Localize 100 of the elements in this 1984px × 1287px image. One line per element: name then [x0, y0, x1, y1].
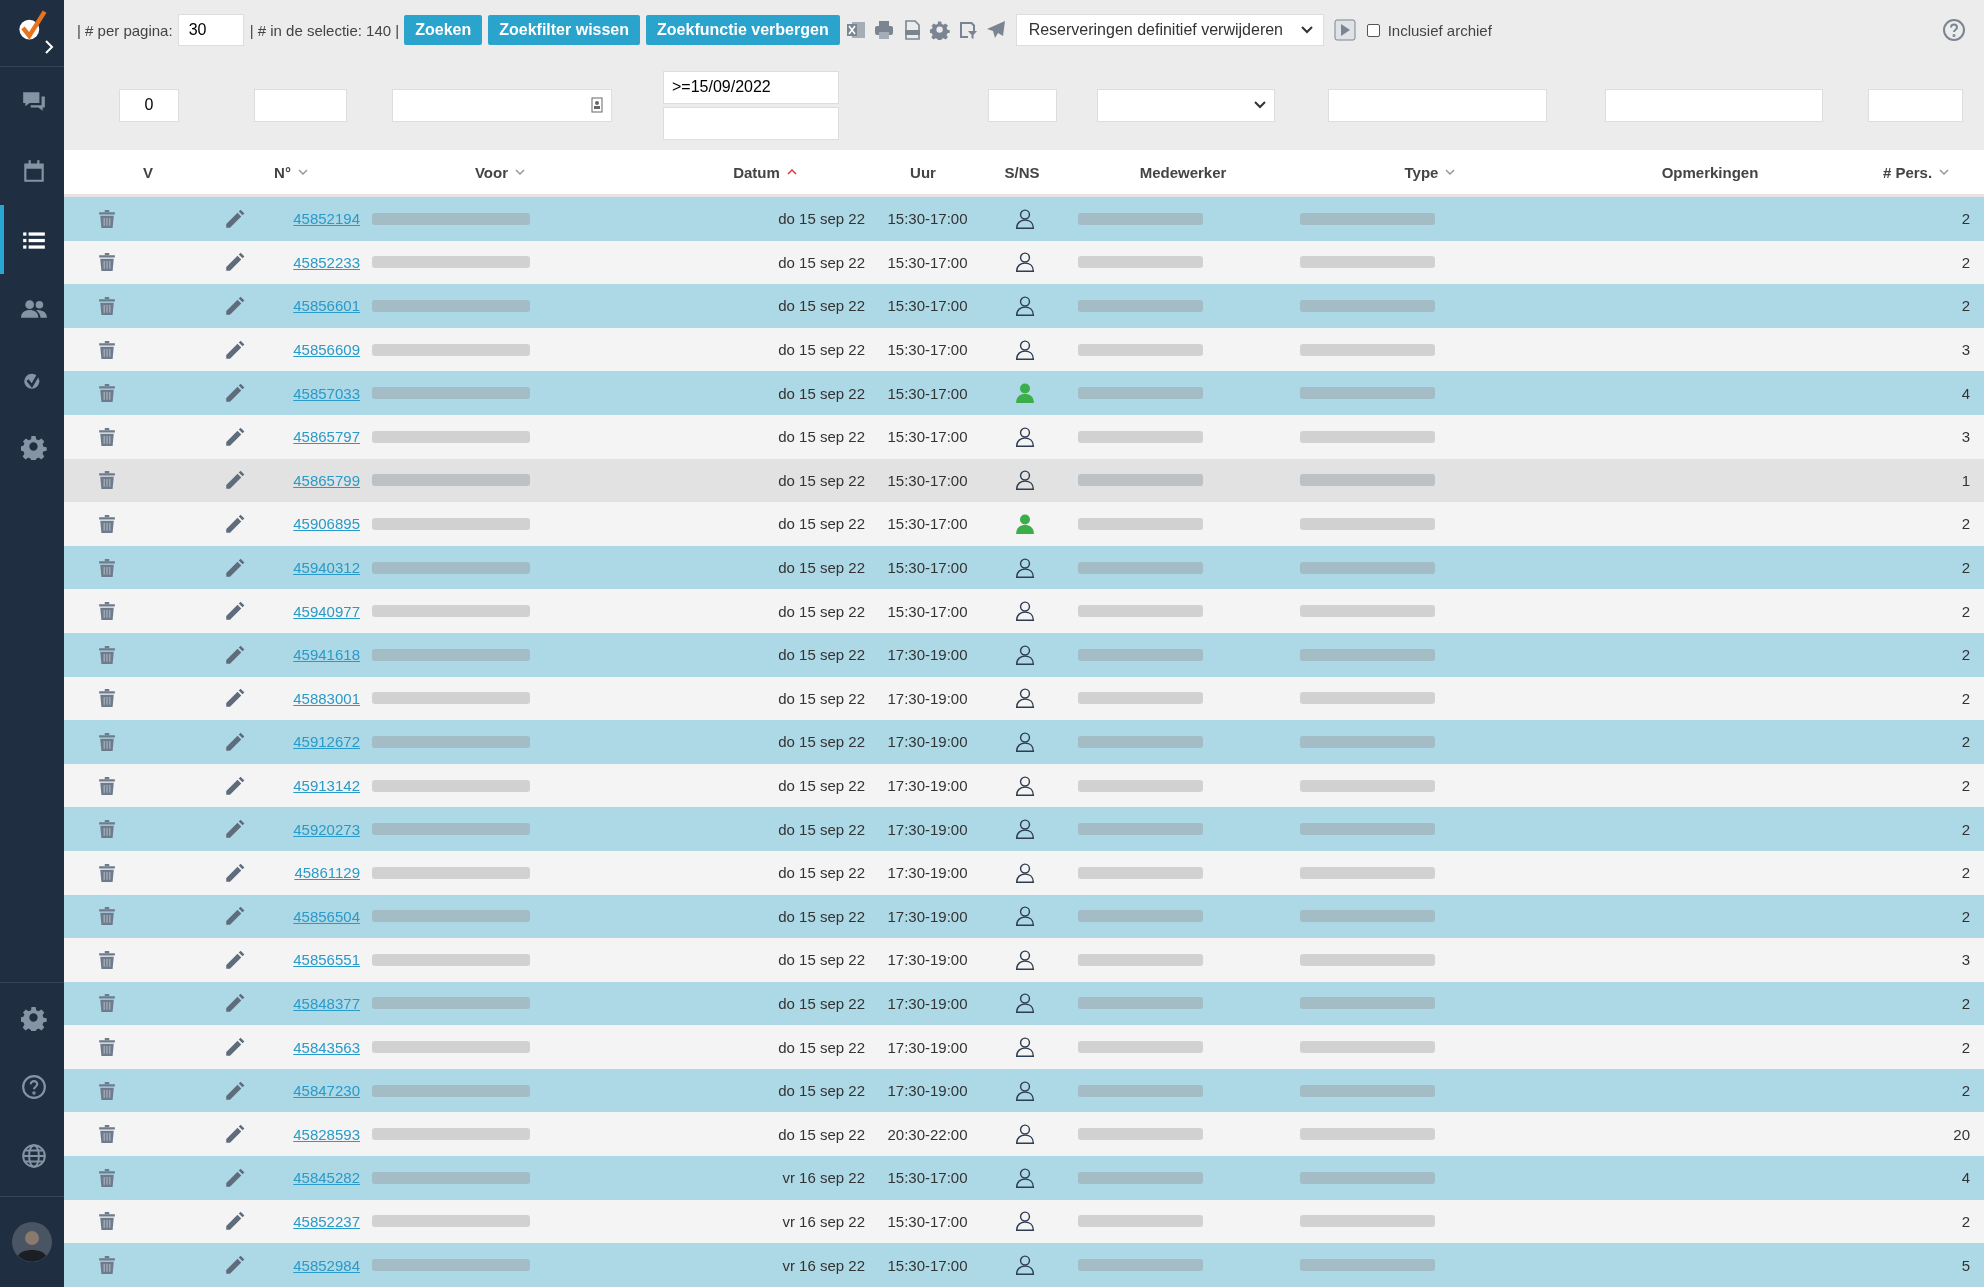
table-row[interactable]: 45852194 do 15 sep 22 15:30-17:00 2	[64, 197, 1984, 241]
filter-field[interactable]: 0	[119, 88, 179, 122]
sort-icon[interactable]	[515, 169, 526, 175]
trash-icon[interactable]	[99, 1038, 115, 1057]
column-header[interactable]: V	[143, 163, 153, 181]
person-icon[interactable]	[1015, 731, 1035, 752]
trash-icon[interactable]	[99, 645, 115, 664]
trash-icon[interactable]	[99, 689, 115, 708]
column-header[interactable]: Uur	[910, 163, 936, 181]
excel-icon[interactable]	[845, 20, 866, 40]
chevron-right-icon[interactable]	[44, 40, 54, 54]
table-row[interactable]: 45940312 do 15 sep 22 15:30-17:00 2	[64, 545, 1984, 590]
print-icon[interactable]	[873, 20, 894, 40]
trash-icon[interactable]	[99, 514, 115, 533]
pencil-icon[interactable]	[225, 775, 245, 796]
person-icon[interactable]	[1015, 775, 1035, 796]
trash-icon[interactable]	[99, 471, 115, 490]
table-row[interactable]: 45828593 do 15 sep 22 20:30-22:00 20	[64, 1112, 1984, 1157]
person-icon[interactable]	[1015, 1211, 1035, 1232]
person-icon[interactable]	[1015, 1255, 1035, 1276]
person-icon[interactable]	[1015, 906, 1035, 927]
pencil-icon[interactable]	[225, 426, 245, 447]
pencil-icon[interactable]	[225, 1211, 245, 1232]
trash-icon[interactable]	[99, 427, 115, 446]
table-row[interactable]: 45906895 do 15 sep 22 15:30-17:00 2	[64, 502, 1984, 546]
column-header[interactable]: Datum	[733, 163, 780, 181]
sort-icon[interactable]	[297, 169, 308, 175]
person-icon[interactable]	[1015, 426, 1035, 447]
person-icon[interactable]	[1015, 993, 1035, 1014]
pencil-icon[interactable]	[225, 252, 245, 273]
play-button[interactable]	[1333, 19, 1356, 41]
filter-field[interactable]	[1868, 88, 1963, 122]
table-row[interactable]: 45852984 vr 16 sep 22 15:30-17:00 5	[64, 1243, 1984, 1287]
pencil-icon[interactable]	[225, 208, 245, 229]
date-to-field[interactable]	[663, 106, 839, 140]
column-header[interactable]: Medewerker	[1139, 163, 1227, 181]
table-row[interactable]: 45845282 vr 16 sep 22 15:30-17:00 4	[64, 1156, 1984, 1200]
filter-field[interactable]	[1328, 88, 1547, 122]
send-icon[interactable]	[985, 20, 1006, 40]
pencil-icon[interactable]	[225, 601, 245, 622]
column-header[interactable]: N°	[274, 163, 291, 181]
pencil-icon[interactable]	[225, 383, 245, 404]
trash-icon[interactable]	[99, 1125, 115, 1144]
table-row[interactable]: 45856551 do 15 sep 22 17:30-19:00 3	[64, 938, 1984, 982]
filter-field[interactable]	[1605, 88, 1823, 122]
filter-field[interactable]	[254, 88, 347, 122]
trash-icon[interactable]	[99, 1212, 115, 1231]
table-row[interactable]: 45856504 do 15 sep 22 17:30-19:00 2	[64, 894, 1984, 939]
help-icon[interactable]	[1942, 18, 1966, 42]
person-icon[interactable]	[1015, 557, 1035, 578]
pencil-icon[interactable]	[225, 1124, 245, 1145]
pencil-icon[interactable]	[225, 1167, 245, 1188]
pencil-icon[interactable]	[225, 1037, 245, 1058]
person-icon[interactable]	[1015, 1037, 1035, 1058]
column-header[interactable]: S/NS	[1004, 163, 1040, 181]
pencil-icon[interactable]	[225, 993, 245, 1014]
person-icon[interactable]	[1015, 1124, 1035, 1145]
contact-card-icon[interactable]	[591, 97, 603, 113]
person-icon[interactable]	[1015, 252, 1035, 273]
sort-icon[interactable]	[786, 169, 797, 175]
sort-icon[interactable]	[1939, 169, 1950, 175]
pencil-icon[interactable]	[225, 339, 245, 360]
date-from-field[interactable]: >=15/09/2022	[663, 70, 839, 104]
settings-icon[interactable]	[929, 20, 950, 40]
pencil-icon[interactable]	[225, 862, 245, 883]
pencil-icon[interactable]	[225, 949, 245, 970]
sort-icon[interactable]	[1445, 169, 1456, 175]
pencil-icon[interactable]	[225, 906, 245, 927]
person-icon[interactable]	[1015, 1080, 1035, 1101]
table-row[interactable]: 45865799 do 15 sep 22 15:30-17:00 1	[64, 458, 1984, 503]
table-row[interactable]: 45848377 do 15 sep 22 17:30-19:00 2	[64, 981, 1984, 1026]
trash-icon[interactable]	[99, 863, 115, 882]
column-header[interactable]: Voor	[474, 163, 509, 181]
person-icon[interactable]	[1015, 470, 1035, 491]
trash-icon[interactable]	[99, 253, 115, 272]
trash-icon[interactable]	[99, 558, 115, 577]
avatar[interactable]	[12, 1222, 52, 1262]
person-icon[interactable]	[1015, 1167, 1035, 1188]
table-row[interactable]: 45856601 do 15 sep 22 15:30-17:00 2	[64, 284, 1984, 328]
person-icon[interactable]	[1015, 644, 1035, 665]
table-row[interactable]: 45912672 do 15 sep 22 17:30-19:00 2	[64, 720, 1984, 764]
table-row[interactable]: 45847230 do 15 sep 22 17:30-19:00 2	[64, 1068, 1984, 1113]
person-icon[interactable]	[1015, 688, 1035, 709]
table-row[interactable]: 45856609 do 15 sep 22 15:30-17:00 3	[64, 327, 1984, 372]
table-row[interactable]: 45861129 do 15 sep 22 17:30-19:00 2	[64, 850, 1984, 895]
table-row[interactable]: 45940977 do 15 sep 22 15:30-17:00 2	[64, 589, 1984, 633]
table-row[interactable]: 45941618 do 15 sep 22 17:30-19:00 2	[64, 632, 1984, 677]
action-dropdown[interactable]: Reserveringen definitief verwijderen	[1015, 14, 1324, 46]
pencil-icon[interactable]	[225, 296, 245, 316]
pencil-icon[interactable]	[225, 644, 245, 665]
table-row[interactable]: 45843563 do 15 sep 22 17:30-19:00 2	[64, 1025, 1984, 1069]
trash-icon[interactable]	[99, 994, 115, 1013]
table-row[interactable]: 45852237 vr 16 sep 22 15:30-17:00 2	[64, 1199, 1984, 1244]
trash-icon[interactable]	[99, 820, 115, 839]
person-icon[interactable]	[1015, 601, 1035, 622]
person-icon[interactable]	[1015, 862, 1035, 883]
trash-icon[interactable]	[99, 950, 115, 969]
table-row[interactable]: 45857033 do 15 sep 22 15:30-17:00 4	[64, 371, 1984, 415]
table-row[interactable]: 45852233 do 15 sep 22 15:30-17:00 2	[64, 240, 1984, 285]
pencil-icon[interactable]	[225, 688, 245, 709]
